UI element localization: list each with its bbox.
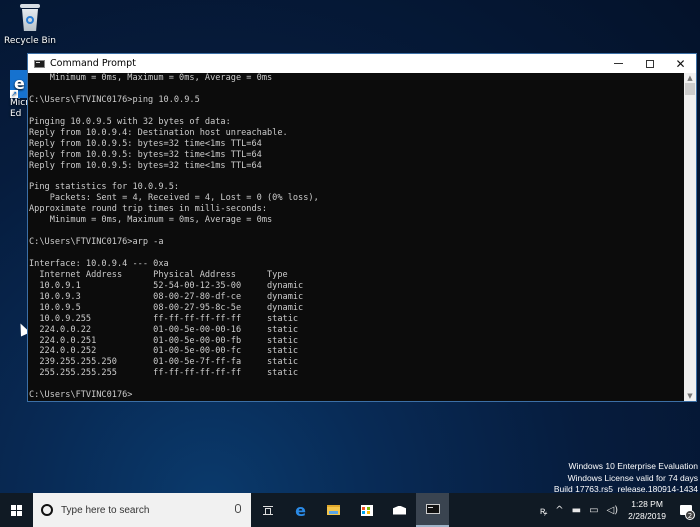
console-line: Pinging 10.0.9.5 with 32 bytes of data:: [29, 116, 231, 127]
maximize-button[interactable]: [634, 54, 665, 73]
taskbar-file-explorer[interactable]: [317, 493, 350, 527]
console-line: C:\Users\FTVINC0176>arp -a: [29, 237, 164, 248]
console-line: 224.0.0.252 01-00-5e-00-00-fc static: [29, 346, 299, 357]
windows-evaluation-watermark: Windows 10 Enterprise Evaluation Windows…: [554, 461, 698, 496]
window-title: Command Prompt: [50, 58, 136, 69]
console-line: Minimum = 0ms, Maximum = 0ms, Average = …: [29, 215, 273, 226]
title-bar[interactable]: Command Prompt ✕: [28, 54, 696, 73]
desktop-icon-microsoft-edge[interactable]: e ↗ Micr Ed: [0, 70, 28, 120]
desktop-icon-recycle-bin[interactable]: Recycle Bin: [0, 4, 60, 46]
battery-icon[interactable]: ▬: [568, 505, 585, 516]
console-line: 10.0.9.1 52-54-00-12-35-00 dynamic: [29, 280, 304, 291]
close-icon: ✕: [675, 56, 686, 71]
taskbar-task-view[interactable]: [251, 493, 284, 527]
minimize-icon: [614, 63, 623, 64]
start-button[interactable]: [0, 493, 33, 527]
taskbar-search-box[interactable]: Type here to search: [33, 493, 251, 527]
console-line: Interface: 10.0.9.4 --- 0xa: [29, 258, 169, 269]
console-line: 10.0.9.5 08-00-27-95-8c-5e dynamic: [29, 302, 304, 313]
clock-time: 1:28 PM: [631, 499, 663, 509]
close-button[interactable]: ✕: [665, 54, 696, 73]
edge-label-line2: Ed: [10, 109, 22, 119]
mail-icon: [393, 505, 406, 515]
console-line: 239.255.255.250 01-00-5e-7f-ff-fa static: [29, 357, 299, 368]
console-line: 10.0.9.255 ff-ff-ff-ff-ff-ff static: [29, 313, 299, 324]
console-line: 224.0.0.251 01-00-5e-00-00-fb static: [29, 335, 299, 346]
show-hidden-icons-chevron-icon[interactable]: ^: [551, 505, 567, 516]
windows-start-icon: [11, 504, 22, 516]
taskbar-command-prompt[interactable]: [416, 493, 449, 527]
minimize-button[interactable]: [603, 54, 634, 73]
volume-icon[interactable]: ◁): [603, 505, 623, 516]
people-icon[interactable]: ꝶ: [536, 503, 552, 517]
watermark-line-edition: Windows 10 Enterprise Evaluation: [568, 461, 698, 471]
recycle-bin-label: Recycle Bin: [4, 36, 56, 46]
system-tray: ꝶ ^ ▬ ▭ ◁) 1:28 PM 2/28/2019 2: [536, 493, 700, 527]
edge-label-line1: Micr: [10, 98, 28, 108]
edge-icon: e: [295, 500, 306, 520]
vertical-scrollbar[interactable]: ▲ ▼: [684, 73, 696, 401]
console-line: Reply from 10.0.9.5: bytes=32 time<1ms T…: [29, 138, 262, 149]
console-line: Reply from 10.0.9.5: bytes=32 time<1ms T…: [29, 149, 262, 160]
network-icon[interactable]: ▭: [585, 505, 602, 516]
maximize-icon: [645, 59, 654, 68]
console-line: Reply from 10.0.9.4: Destination host un…: [29, 127, 288, 138]
task-view-icon: [262, 505, 273, 515]
console-line: Packets: Sent = 4, Received = 4, Lost = …: [29, 193, 319, 204]
console-line: 255.255.255.255 ff-ff-ff-ff-ff-ff static: [29, 368, 299, 379]
console-line: Internet Address Physical Address Type: [29, 269, 288, 280]
command-prompt-window[interactable]: Command Prompt ✕ Minimum = 0ms, Maximum …: [27, 53, 697, 402]
scroll-thumb[interactable]: [685, 83, 695, 95]
search-placeholder: Type here to search: [61, 504, 150, 516]
console-line: Minimum = 0ms, Maximum = 0ms, Average = …: [29, 73, 273, 83]
console-line: Ping statistics for 10.0.9.5:: [29, 182, 180, 193]
taskbar-mail[interactable]: [383, 493, 416, 527]
notification-count-badge: 2: [685, 510, 695, 520]
console-output[interactable]: Minimum = 0ms, Maximum = 0ms, Average = …: [28, 73, 684, 401]
scroll-up-button[interactable]: ▲: [684, 73, 696, 83]
console-line: Reply from 10.0.9.5: bytes=32 time<1ms T…: [29, 160, 262, 171]
console-line: C:\Users\FTVINC0176>: [29, 390, 133, 401]
cmd-icon: [425, 504, 440, 514]
console-line: Approximate round trip times in milli-se…: [29, 204, 267, 215]
console-line: 10.0.9.3 08-00-27-80-df-ce dynamic: [29, 291, 304, 302]
console-line: 224.0.0.22 01-00-5e-00-00-16 static: [29, 324, 299, 335]
recycle-bin-icon: [19, 4, 41, 32]
scroll-down-button[interactable]: ▼: [684, 391, 696, 401]
microphone-icon[interactable]: [235, 504, 241, 513]
action-center-button[interactable]: 2: [672, 493, 700, 527]
taskbar-store[interactable]: [350, 493, 383, 527]
clock-date: 2/28/2019: [628, 511, 666, 521]
watermark-line-license: Windows License valid for 74 days: [567, 472, 698, 483]
console-line: C:\Users\FTVINC0176>ping 10.0.9.5: [29, 94, 200, 105]
microsoft-edge-icon: e ↗: [10, 70, 28, 98]
store-icon: [360, 504, 373, 516]
cortana-icon: [41, 504, 53, 516]
taskbar-edge[interactable]: e: [284, 493, 317, 527]
cmd-icon: [34, 59, 45, 68]
taskbar: Type here to search e ꝶ ^ ▬ ▭ ◁) 1:28 PM…: [0, 493, 700, 527]
taskbar-clock[interactable]: 1:28 PM 2/28/2019: [622, 498, 672, 522]
folder-icon: [327, 505, 340, 515]
